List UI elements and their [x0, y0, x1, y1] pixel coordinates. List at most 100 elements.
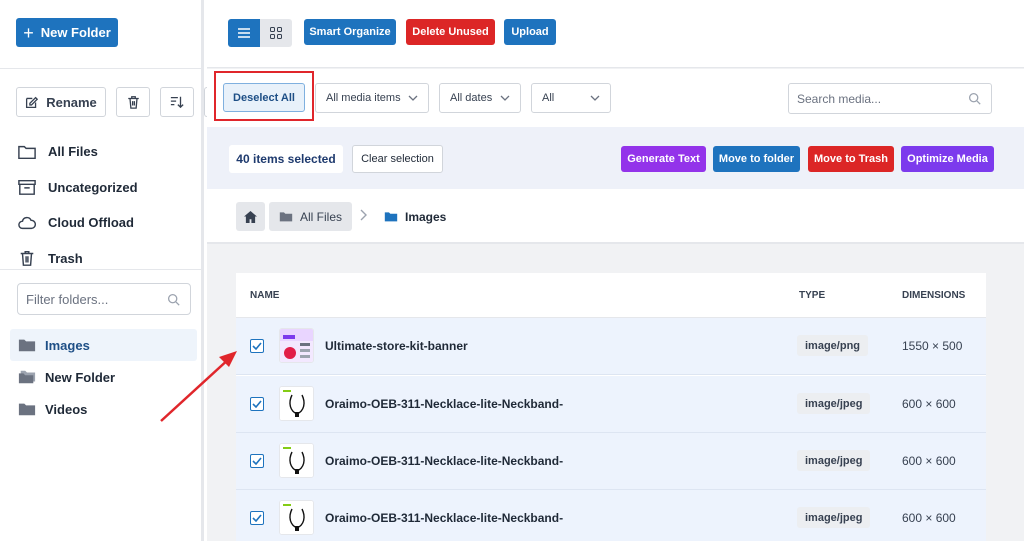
folder-list: All Files Uncategorized Cloud Offload Tr… [18, 134, 138, 276]
optimize-media-button[interactable]: Optimize Media [901, 146, 994, 172]
breadcrumb-all-files-label: All Files [299, 209, 342, 224]
chevron-down-icon [408, 95, 418, 101]
thumbnail [279, 443, 314, 478]
folder-label: Trash [48, 250, 83, 266]
thumbnail [279, 328, 314, 363]
generate-text-button[interactable]: Generate Text [621, 146, 706, 172]
row-checkbox[interactable] [250, 511, 264, 525]
grid-view-button[interactable] [260, 19, 292, 47]
chevron-down-icon [500, 95, 510, 101]
folder-toolbar: Rename [16, 87, 216, 117]
file-name[interactable]: Ultimate-store-kit-banner [325, 339, 468, 353]
all-select[interactable]: All [531, 83, 611, 113]
trash-icon [127, 96, 139, 109]
folder-icon [18, 339, 36, 352]
breadcrumb: All Files Images [207, 189, 1024, 244]
sort-button[interactable] [160, 87, 194, 117]
file-type-badge: image/png [797, 335, 869, 356]
top-toolbar: Smart Organize Delete Unused Upload [207, 0, 1024, 68]
file-name[interactable]: Oraimo-OEB-311-Necklace-lite-Neckband- [325, 454, 563, 468]
media-table: NAME TYPE DIMENSIONS Ultimate-store-kit-… [236, 273, 986, 541]
file-dimensions: 600 × 600 [902, 397, 956, 411]
checkmark-icon [252, 342, 262, 350]
annotation-arrow [160, 351, 237, 422]
table-row[interactable]: Oraimo-OEB-311-Necklace-lite-Neckband- i… [236, 433, 986, 490]
search-media-input[interactable]: Search media... [788, 83, 992, 114]
search-icon [167, 293, 180, 306]
cloud-icon [18, 216, 36, 229]
search-placeholder: Search media... [797, 91, 882, 106]
table-header: NAME TYPE DIMENSIONS [236, 273, 986, 318]
table-row[interactable]: Oraimo-OEB-311-Necklace-lite-Neckband- i… [236, 490, 986, 541]
main-panel: Smart Organize Delete Unused Upload Dese… [207, 0, 1024, 541]
checkmark-icon [252, 457, 262, 465]
filter-bar: Deselect All All media items All dates A… [207, 69, 1024, 127]
chevron-down-icon [590, 95, 600, 101]
edit-icon [26, 96, 39, 108]
thumbnail [279, 386, 314, 421]
file-type-badge: image/jpeg [797, 393, 871, 414]
banner-thumbnail-image [280, 329, 313, 362]
file-dimensions: 1550 × 500 [902, 339, 963, 353]
delete-folder-button[interactable] [116, 87, 150, 117]
media-type-select[interactable]: All media items [315, 83, 429, 113]
checkmark-icon [252, 514, 262, 522]
file-dimensions: 600 × 600 [902, 511, 956, 525]
smart-organize-button[interactable]: Smart Organize [304, 19, 396, 45]
list-view-button[interactable] [228, 19, 260, 47]
sidebar: + New Folder Rename All Files Uncategori… [0, 0, 216, 541]
home-icon [244, 210, 257, 223]
dates-select[interactable]: All dates [439, 83, 521, 113]
breadcrumb-current: Images [384, 202, 446, 231]
deselect-all-button[interactable]: Deselect All [223, 83, 305, 112]
row-checkbox[interactable] [250, 397, 264, 411]
filter-folders-input[interactable]: Filter folders... [17, 283, 191, 315]
new-folder-label: New Folder [40, 25, 111, 40]
list-icon [238, 28, 250, 38]
search-icon [968, 92, 981, 105]
chevron-right-icon [360, 209, 367, 221]
folder-uncategorized[interactable]: Uncategorized [18, 170, 138, 206]
plus-icon: + [23, 22, 34, 43]
folder-icon [18, 403, 36, 416]
file-name[interactable]: Oraimo-OEB-311-Necklace-lite-Neckband- [325, 511, 563, 525]
breadcrumb-all-files[interactable]: All Files [269, 202, 352, 231]
file-type-badge: image/jpeg [797, 450, 871, 471]
delete-unused-button[interactable]: Delete Unused [406, 19, 495, 45]
checkmark-icon [252, 400, 262, 408]
clear-selection-button[interactable]: Clear selection [352, 145, 443, 173]
row-checkbox[interactable] [250, 339, 264, 353]
column-header-name[interactable]: NAME [250, 290, 279, 301]
rename-label: Rename [46, 94, 97, 110]
sort-icon [170, 96, 184, 109]
move-to-trash-button[interactable]: Move to Trash [808, 146, 894, 172]
divider [0, 269, 201, 270]
folder-cloud-offload[interactable]: Cloud Offload [18, 205, 138, 241]
dates-value: All dates [450, 92, 493, 104]
folder-label: Cloud Offload [48, 215, 134, 231]
file-dimensions: 600 × 600 [902, 454, 956, 468]
file-name[interactable]: Oraimo-OEB-311-Necklace-lite-Neckband- [325, 397, 563, 411]
column-header-dimensions[interactable]: DIMENSIONS [902, 290, 965, 301]
table-row[interactable]: Oraimo-OEB-311-Necklace-lite-Neckband- i… [236, 376, 986, 433]
all-value: All [542, 92, 555, 104]
file-type-badge: image/jpeg [797, 507, 871, 528]
media-type-value: All media items [326, 92, 401, 104]
neckband-thumbnail-image [280, 444, 313, 477]
folder-label: All Files [48, 144, 98, 160]
selection-count: 40 items selected [229, 145, 343, 173]
table-row[interactable]: Ultimate-store-kit-banner image/png 1550… [236, 318, 986, 375]
row-checkbox[interactable] [250, 454, 264, 468]
new-folder-button[interactable]: + New Folder [16, 18, 118, 47]
breadcrumb-home[interactable] [236, 202, 265, 231]
tree-item-label: New Folder [45, 369, 116, 385]
move-to-folder-button[interactable]: Move to folder [713, 146, 800, 172]
upload-button[interactable]: Upload [504, 19, 556, 45]
column-header-type[interactable]: TYPE [799, 290, 825, 301]
folder-icon [384, 212, 398, 222]
tree-item-label: Videos [45, 401, 88, 417]
folder-all-files[interactable]: All Files [18, 134, 138, 170]
archive-icon [18, 180, 36, 196]
folder-trash[interactable]: Trash [18, 241, 138, 277]
rename-button[interactable]: Rename [16, 87, 106, 117]
